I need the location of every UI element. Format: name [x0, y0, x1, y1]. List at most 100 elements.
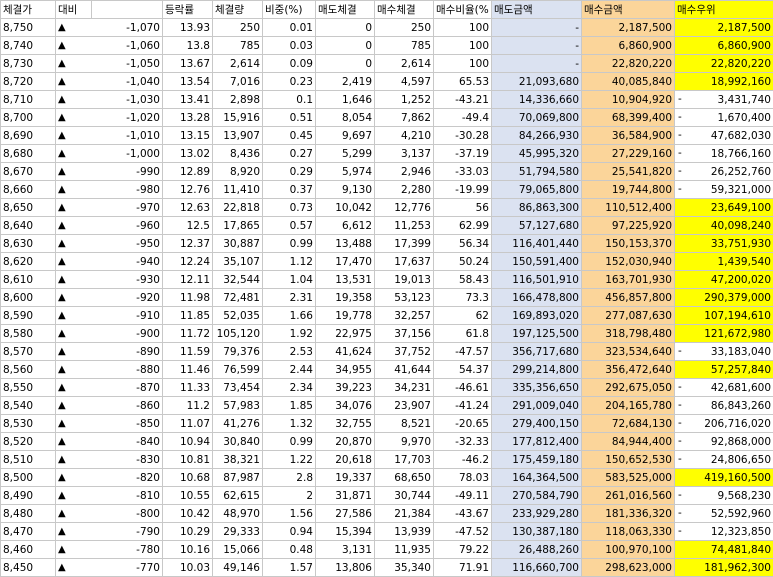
cell-sell-amount[interactable]: -	[492, 37, 582, 55]
header-buy-superiority[interactable]: 매수우위	[675, 1, 773, 19]
cell-sell-exec[interactable]: 34,955	[316, 361, 375, 379]
cell-weight[interactable]: 2.53	[263, 343, 316, 361]
cell-sell-amount[interactable]: 356,717,680	[492, 343, 582, 361]
cell-buy-amount[interactable]: 72,684,130	[582, 415, 675, 433]
cell-sell-exec[interactable]: 34,076	[316, 397, 375, 415]
cell-sell-amount[interactable]: 57,127,680	[492, 217, 582, 235]
cell-arrow[interactable]: ▲	[56, 235, 92, 253]
cell-buy-ratio[interactable]: 61.8	[434, 325, 492, 343]
cell-buy-superiority[interactable]: 1,439,540	[675, 253, 773, 271]
cell-buy-amount[interactable]: 292,675,050	[582, 379, 675, 397]
cell-volume[interactable]: 30,887	[213, 235, 263, 253]
cell-buy-ratio[interactable]: -33.03	[434, 163, 492, 181]
cell-arrow[interactable]: ▲	[56, 379, 92, 397]
cell-change[interactable]: -910	[92, 307, 163, 325]
cell-sell-exec[interactable]: 19,337	[316, 469, 375, 487]
cell-buy-ratio[interactable]: -20.65	[434, 415, 492, 433]
cell-sell-amount[interactable]: 86,863,300	[492, 199, 582, 217]
cell-volume[interactable]: 17,865	[213, 217, 263, 235]
cell-volume[interactable]: 7,016	[213, 73, 263, 91]
cell-arrow[interactable]: ▲	[56, 145, 92, 163]
cell-change[interactable]: -1,010	[92, 127, 163, 145]
cell-rate[interactable]: 10.81	[163, 451, 213, 469]
cell-price[interactable]: 8,510	[1, 451, 56, 469]
cell-buy-ratio[interactable]: -46.2	[434, 451, 492, 469]
cell-buy-amount[interactable]: 318,798,480	[582, 325, 675, 343]
cell-buy-ratio[interactable]: 100	[434, 37, 492, 55]
cell-buy-ratio[interactable]: 62.99	[434, 217, 492, 235]
cell-buy-amount[interactable]: 277,087,630	[582, 307, 675, 325]
cell-arrow[interactable]: ▲	[56, 289, 92, 307]
cell-buy-superiority[interactable]: 290,379,000	[675, 289, 773, 307]
cell-rate[interactable]: 10.42	[163, 505, 213, 523]
cell-sell-exec[interactable]: 13,531	[316, 271, 375, 289]
cell-volume[interactable]: 15,916	[213, 109, 263, 127]
cell-buy-superiority[interactable]: 2,187,500	[675, 19, 773, 37]
cell-rate[interactable]: 10.68	[163, 469, 213, 487]
cell-buy-amount[interactable]: 84,944,400	[582, 433, 675, 451]
cell-price[interactable]: 8,490	[1, 487, 56, 505]
cell-sell-exec[interactable]: 17,470	[316, 253, 375, 271]
cell-buy-exec[interactable]: 3,137	[375, 145, 434, 163]
cell-price[interactable]: 8,710	[1, 91, 56, 109]
cell-buy-amount[interactable]: 97,225,920	[582, 217, 675, 235]
cell-buy-ratio[interactable]: 100	[434, 55, 492, 73]
cell-price[interactable]: 8,450	[1, 559, 56, 577]
header-volume[interactable]: 체결량	[213, 1, 263, 19]
cell-sell-amount[interactable]: 164,364,500	[492, 469, 582, 487]
cell-buy-superiority[interactable]: 33,751,930	[675, 235, 773, 253]
cell-buy-superiority[interactable]: -206,716,020	[675, 415, 773, 433]
cell-buy-ratio[interactable]: 56	[434, 199, 492, 217]
cell-arrow[interactable]: ▲	[56, 253, 92, 271]
cell-sell-amount[interactable]: 291,009,040	[492, 397, 582, 415]
cell-buy-amount[interactable]: 10,904,920	[582, 91, 675, 109]
cell-weight[interactable]: 1.92	[263, 325, 316, 343]
cell-buy-amount[interactable]: 2,187,500	[582, 19, 675, 37]
cell-volume[interactable]: 785	[213, 37, 263, 55]
cell-buy-superiority[interactable]: 40,098,240	[675, 217, 773, 235]
cell-buy-exec[interactable]: 4,597	[375, 73, 434, 91]
cell-change[interactable]: -1,060	[92, 37, 163, 55]
cell-price[interactable]: 8,600	[1, 289, 56, 307]
cell-volume[interactable]: 62,615	[213, 487, 263, 505]
cell-sell-amount[interactable]: 169,893,020	[492, 307, 582, 325]
cell-buy-superiority[interactable]: -33,183,040	[675, 343, 773, 361]
cell-sell-amount[interactable]: 166,478,800	[492, 289, 582, 307]
cell-price[interactable]: 8,530	[1, 415, 56, 433]
cell-buy-exec[interactable]: 32,257	[375, 307, 434, 325]
cell-buy-amount[interactable]: 323,534,640	[582, 343, 675, 361]
cell-weight[interactable]: 1.66	[263, 307, 316, 325]
cell-volume[interactable]: 35,107	[213, 253, 263, 271]
cell-sell-exec[interactable]: 0	[316, 37, 375, 55]
cell-buy-ratio[interactable]: -30.28	[434, 127, 492, 145]
cell-rate[interactable]: 13.41	[163, 91, 213, 109]
cell-sell-amount[interactable]: -	[492, 55, 582, 73]
cell-arrow[interactable]: ▲	[56, 415, 92, 433]
cell-buy-superiority[interactable]: 107,194,610	[675, 307, 773, 325]
cell-change[interactable]: -1,040	[92, 73, 163, 91]
cell-change[interactable]: -940	[92, 253, 163, 271]
cell-buy-superiority[interactable]: -18,766,160	[675, 145, 773, 163]
cell-buy-amount[interactable]: 6,860,900	[582, 37, 675, 55]
cell-sell-exec[interactable]: 0	[316, 55, 375, 73]
cell-weight[interactable]: 1.32	[263, 415, 316, 433]
cell-buy-superiority[interactable]: 74,481,840	[675, 541, 773, 559]
cell-arrow[interactable]: ▲	[56, 433, 92, 451]
cell-change[interactable]: -930	[92, 271, 163, 289]
cell-buy-exec[interactable]: 21,384	[375, 505, 434, 523]
cell-rate[interactable]: 12.63	[163, 199, 213, 217]
cell-sell-amount[interactable]: 233,929,280	[492, 505, 582, 523]
header-rate[interactable]: 등락률	[163, 1, 213, 19]
cell-rate[interactable]: 11.07	[163, 415, 213, 433]
cell-weight[interactable]: 1.22	[263, 451, 316, 469]
cell-buy-ratio[interactable]: 100	[434, 19, 492, 37]
cell-buy-superiority[interactable]: -9,568,230	[675, 487, 773, 505]
cell-buy-superiority[interactable]: -47,682,030	[675, 127, 773, 145]
cell-weight[interactable]: 1.57	[263, 559, 316, 577]
cell-weight[interactable]: 0.09	[263, 55, 316, 73]
cell-volume[interactable]: 87,987	[213, 469, 263, 487]
cell-price[interactable]: 8,550	[1, 379, 56, 397]
cell-buy-amount[interactable]: 100,970,100	[582, 541, 675, 559]
cell-sell-exec[interactable]: 3,131	[316, 541, 375, 559]
cell-arrow[interactable]: ▲	[56, 271, 92, 289]
